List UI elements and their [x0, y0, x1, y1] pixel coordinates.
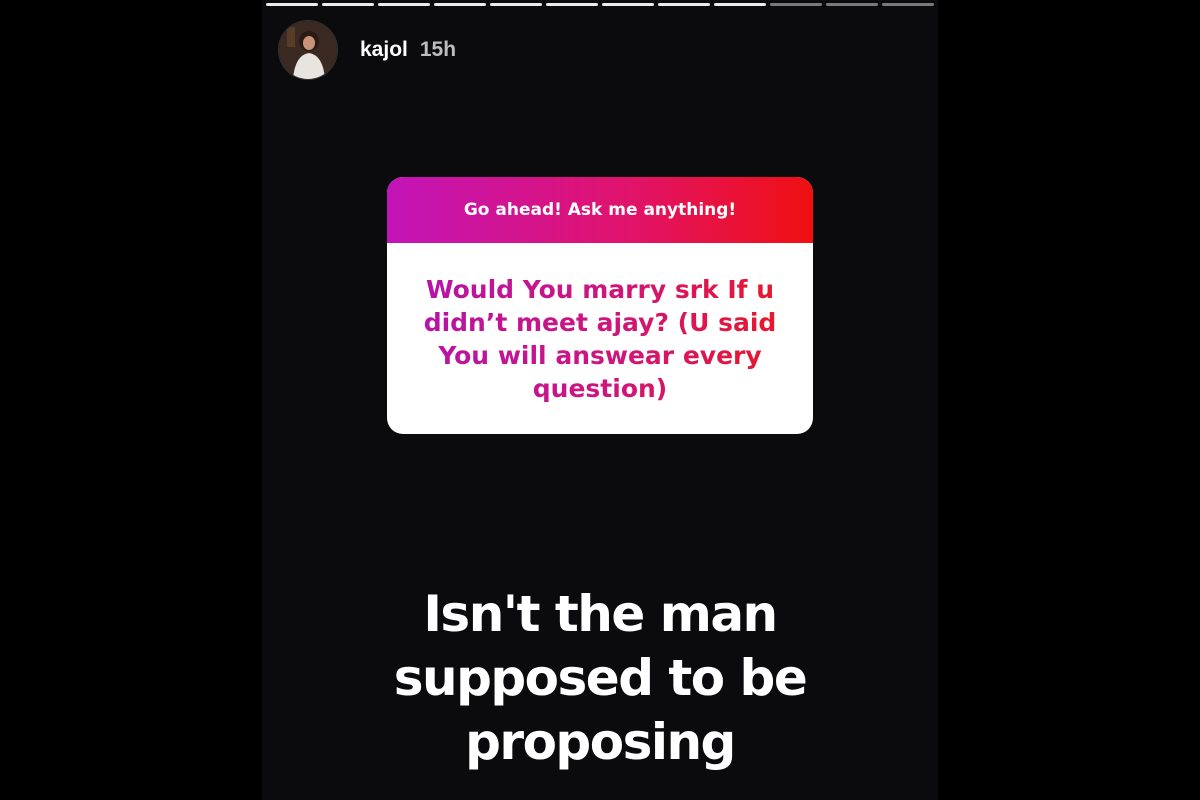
- progress-segment: [882, 3, 934, 6]
- story-header: kajol 15h: [278, 20, 456, 80]
- progress-segment: [546, 3, 598, 6]
- progress-segment: [266, 3, 318, 6]
- progress-segment: [322, 3, 374, 6]
- story-progress-bar: [266, 3, 934, 7]
- progress-segment: [434, 3, 486, 6]
- question-text: Would You marry srk If u didn’t meet aja…: [415, 273, 785, 405]
- progress-segment: [378, 3, 430, 6]
- progress-segment: [490, 3, 542, 6]
- profile-avatar-icon[interactable]: [278, 20, 338, 80]
- progress-segment: [714, 3, 766, 6]
- username[interactable]: kajol: [360, 38, 408, 62]
- progress-segment: [658, 3, 710, 6]
- question-body: Would You marry srk If u didn’t meet aja…: [387, 243, 813, 434]
- story-viewer: kajol 15h Go ahead! Ask me anything! Wou…: [0, 0, 1200, 800]
- progress-segment: [826, 3, 878, 6]
- question-sticker[interactable]: Go ahead! Ask me anything! Would You mar…: [387, 177, 813, 434]
- post-time: 15h: [419, 38, 457, 61]
- progress-segment: [602, 3, 654, 6]
- story-caption: Isn't the man supposed to be proposing: [393, 585, 808, 771]
- progress-segment: [770, 3, 822, 6]
- question-prompt: Go ahead! Ask me anything!: [387, 177, 813, 243]
